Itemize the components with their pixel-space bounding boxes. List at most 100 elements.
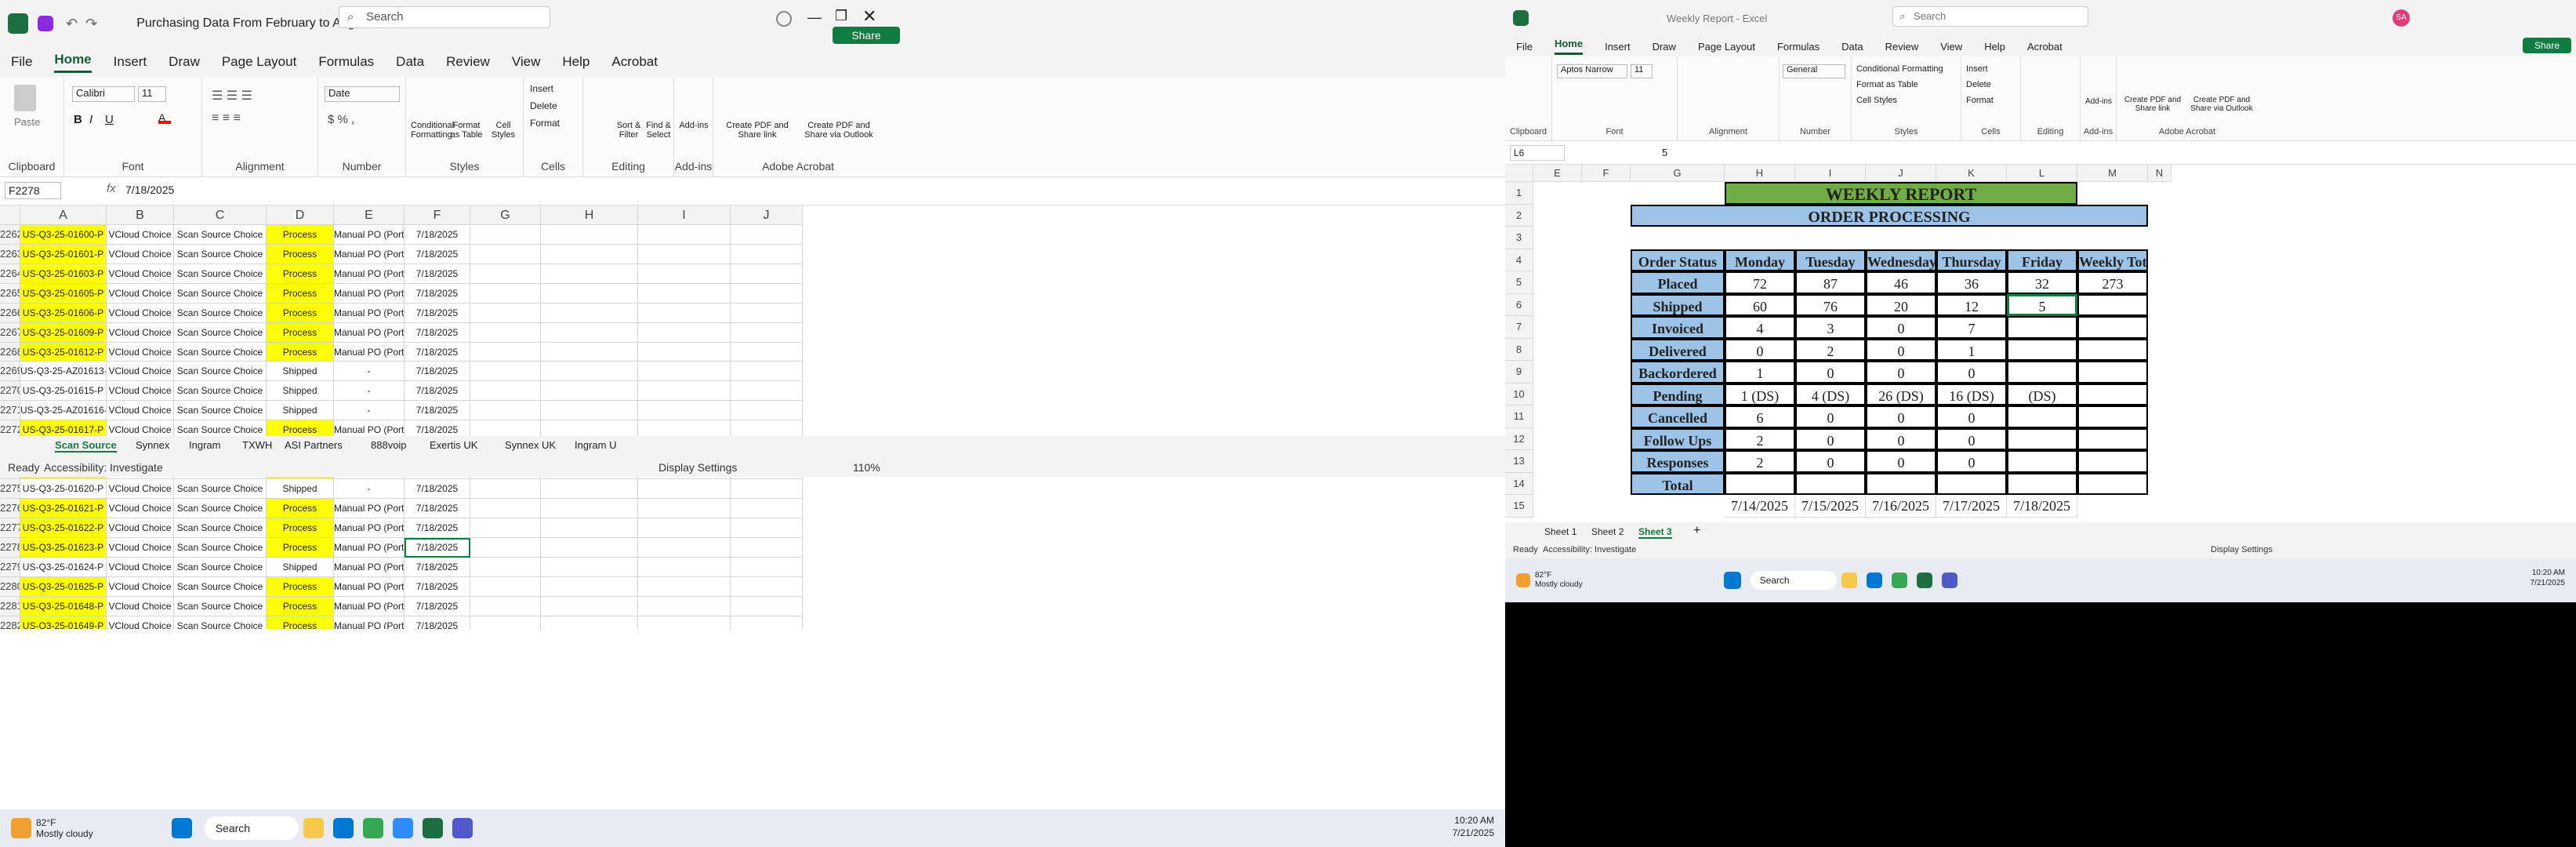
report-cell[interactable] [2077,338,2148,361]
sheet-tab-ingram[interactable]: Ingram [189,439,220,451]
report-cell[interactable]: 1 [1936,338,2007,361]
table-cell[interactable]: US-Q3-25-01601-P [20,244,107,264]
table-cell[interactable]: VCloud Choice [107,381,174,402]
empty-cell[interactable] [638,381,731,402]
table-cell[interactable]: 7/18/2025 [405,303,470,323]
create-pdf-share-button-right[interactable]: Create PDF and Share link [2120,96,2186,113]
row-header[interactable]: 2281 [0,596,20,616]
table-cell[interactable]: Shipped [267,362,334,382]
col-header-H[interactable]: H [1725,165,1795,182]
row-header[interactable]: 12 [1505,427,1533,450]
sheet-tab-txwh[interactable]: TXWH [242,439,272,451]
menu-draw[interactable]: Draw [1653,41,1676,53]
empty-cell[interactable] [541,283,638,304]
font-name-select[interactable]: Calibri [72,86,135,102]
number-format-select[interactable]: Date [325,86,400,102]
conditional-formatting-button-right[interactable]: Conditional Formatting [1856,64,1943,74]
paste-icon[interactable] [14,85,36,111]
empty-cell[interactable] [541,518,638,538]
report-cell[interactable] [2007,405,2077,428]
empty-cell[interactable] [470,322,541,343]
report-cell[interactable] [2077,293,2148,316]
col-header-H[interactable]: H [541,205,638,225]
table-cell[interactable]: - [334,381,405,402]
format-cells-button-right[interactable]: Format [1966,96,1994,105]
table-cell[interactable]: US-Q3-25-01612-P [20,342,107,362]
row-header[interactable]: 2275 [0,479,20,499]
col-header-D[interactable]: D [267,205,334,225]
table-cell[interactable]: Process [267,537,334,558]
table-cell[interactable]: US-Q3-25-01622-P [20,518,107,538]
table-cell[interactable]: VCloud Choice [107,283,174,304]
table-cell[interactable]: Shipped [267,381,334,402]
report-cell[interactable] [2077,361,2148,384]
empty-cell[interactable] [541,303,638,323]
file-explorer-icon[interactable] [1841,573,1857,588]
menu-draw[interactable]: Draw [169,54,200,70]
report-cell[interactable]: 5 [2007,293,2077,316]
table-cell[interactable]: Scan Source Choice [174,557,267,577]
table-cell[interactable]: VCloud Choice [107,537,174,558]
table-cell[interactable]: Manual PO (Portal) [334,537,405,558]
name-box-right[interactable]: L6 [1510,145,1565,161]
format-as-table-button-right[interactable]: Format as Table [1856,80,1918,89]
row-header[interactable]: 9 [1505,361,1533,384]
empty-cell[interactable] [638,576,731,597]
share-button[interactable]: Share [833,27,900,44]
table-cell[interactable]: 7/18/2025 [405,322,470,343]
teams-icon[interactable] [452,818,473,838]
table-cell[interactable]: Process [267,264,334,284]
report-cell[interactable] [2077,405,2148,428]
table-cell[interactable]: Scan Source Choice [174,596,267,616]
table-cell[interactable]: Process [267,498,334,518]
report-cell[interactable] [1725,472,1795,495]
col-header-G[interactable]: G [1631,165,1725,182]
share-button-right[interactable]: Share [2523,38,2571,53]
empty-cell[interactable] [731,322,803,343]
empty-cell[interactable] [731,576,803,597]
find-select-button[interactable]: Find & Select [644,121,673,140]
account-icon[interactable] [776,11,792,27]
create-pdf-outlook-button[interactable]: Create PDF and Share via Outlook [798,121,880,140]
report-cell[interactable]: 0 [1866,316,1936,339]
sheet-tab-sheet-1[interactable]: Sheet 1 [1544,526,1576,537]
empty-cell[interactable] [731,264,803,284]
col-header-L[interactable]: L [2007,165,2077,182]
table-cell[interactable]: Scan Source Choice [174,401,267,421]
edge-icon[interactable] [332,818,354,838]
table-cell[interactable]: Process [267,518,334,538]
table-cell[interactable]: Process [267,244,334,264]
empty-cell[interactable] [541,537,638,558]
table-cell[interactable]: VCloud Choice [107,576,174,597]
menu-view[interactable]: View [1940,41,1962,53]
display-settings-button-right[interactable]: Display Settings [2211,545,2273,554]
underline-icon[interactable]: U [105,113,114,126]
table-cell[interactable]: Manual PO (Portal) [334,264,405,284]
empty-cell[interactable] [638,498,731,518]
empty-cell[interactable] [638,401,731,421]
table-cell[interactable]: VCloud Choice [107,518,174,538]
col-header-F[interactable]: F [405,205,470,225]
sheet-tab-asi-partners[interactable]: ASI Partners [285,439,343,451]
empty-cell[interactable] [470,479,541,499]
teams-icon[interactable] [1941,573,1957,588]
avatar[interactable]: SA [2393,9,2410,27]
corner-cell[interactable] [0,205,20,225]
table-cell[interactable]: US-Q3-25-01648-P [20,596,107,616]
table-cell[interactable]: Scan Source Choice [174,381,267,402]
sheet-tab-exertis-uk[interactable]: Exertis UK [430,439,477,451]
report-cell[interactable]: 0 [1725,338,1795,361]
table-cell[interactable]: Process [267,342,334,362]
table-cell[interactable]: 7/18/2025 [405,244,470,264]
table-cell[interactable]: VCloud Choice [107,244,174,264]
col-header-F[interactable]: F [1582,165,1631,182]
table-cell[interactable]: Scan Source Choice [174,283,267,304]
table-cell[interactable]: 7/18/2025 [405,342,470,362]
row-header[interactable]: 2267 [0,322,20,343]
menu-formulas[interactable]: Formulas [1777,41,1820,53]
search-input-right[interactable]: ⌕ Search [1892,6,2088,27]
empty-cell[interactable] [470,381,541,402]
table-cell[interactable]: Scan Source Choice [174,537,267,558]
menu-page-layout[interactable]: Page Layout [1698,41,1755,53]
font-name-select-right[interactable]: Aptos Narrow [1557,64,1627,78]
